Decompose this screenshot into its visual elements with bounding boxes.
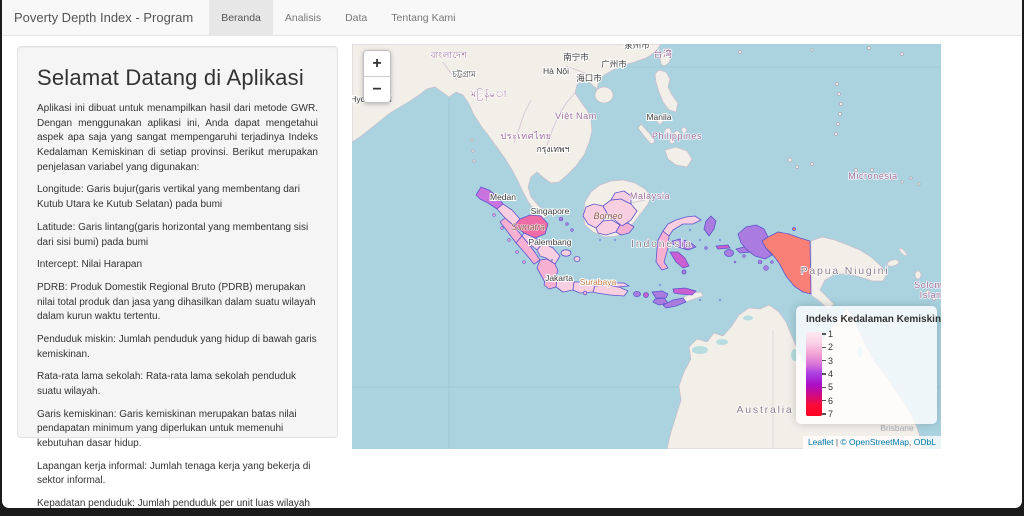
land-hainan	[594, 86, 614, 104]
welcome-title: Selamat Datang di Aplikasi	[37, 65, 304, 90]
tab-analisis[interactable]: Analisis	[273, 0, 333, 35]
map-label: Việt Nam	[555, 111, 597, 121]
welcome-paragraph: Lapangan kerja informal: Jumlah tenaga k…	[37, 460, 311, 487]
map-label: 台湾	[653, 48, 672, 59]
map-label: Medan	[490, 192, 516, 202]
leaflet-link[interactable]: Leaflet	[808, 437, 834, 447]
province-yogyakarta[interactable]	[582, 290, 588, 296]
navbar-brand[interactable]: Poverty Depth Index - Program	[2, 0, 209, 35]
map-label: Papua Niugini	[801, 265, 890, 277]
map-label: 广州市	[601, 59, 627, 69]
tab-tentang-kami[interactable]: Tentang Kami	[379, 0, 467, 35]
map-label: Solomon	[914, 280, 941, 290]
map-label: Singapore	[531, 206, 570, 216]
welcome-intro: Aplikasi ini dibuat untuk menampilkan ha…	[37, 103, 318, 173]
province-bali[interactable]	[633, 291, 641, 297]
island-buton[interactable]	[681, 269, 687, 275]
navbar: Poverty Depth Index - Program Beranda Ana…	[2, 0, 1022, 36]
tab-data[interactable]: Data	[333, 0, 379, 35]
zoom-control: + −	[363, 50, 391, 103]
map-label: กรุงเทพฯ	[537, 144, 570, 155]
welcome-paragraph: Garis kemiskinan: Garis kemiskinan merup…	[37, 408, 297, 450]
map-label: 海口市	[576, 73, 602, 83]
map-label: Indonesia	[631, 238, 693, 250]
app-page: Poverty Depth Index - Program Beranda Ana…	[2, 0, 1022, 508]
osm-link[interactable]: © OpenStreetMap	[840, 437, 909, 447]
province-belitung[interactable]	[573, 256, 581, 262]
welcome-paragraphs: Longitude: Garis bujur(garis vertikal ya…	[37, 183, 318, 508]
map-label: Micronesia	[848, 171, 898, 181]
map-label: Jakarta	[545, 273, 573, 283]
zoom-out-button[interactable]: −	[364, 76, 390, 102]
welcome-paragraph: Intercept: Nilai Harapan	[37, 259, 143, 271]
nav-tabs: Beranda Analisis Data Tentang Kami	[209, 0, 467, 35]
map[interactable]: Hyderabadবাংলাদেশচট্টগ্রামমြန်မাประเทศไท…	[352, 44, 941, 449]
map-label: ประเทศไทย	[500, 131, 551, 141]
map-label: Sumatra	[511, 222, 545, 232]
island-buru[interactable]	[724, 249, 734, 257]
odbl-link[interactable]: ODbL	[914, 437, 936, 447]
map-label: 泉州市	[624, 44, 650, 50]
province-bangka[interactable]	[560, 249, 572, 257]
zoom-in-button[interactable]: +	[364, 51, 390, 76]
map-label: Brisbane	[880, 423, 914, 433]
map-label: চট্টগ্রাম	[451, 69, 477, 79]
legend-gradient-bar	[806, 332, 822, 416]
island-sula[interactable]	[715, 244, 731, 250]
welcome-paragraph: Latitude: Garis lintang(garis horizontal…	[37, 221, 309, 248]
map-label: Palembang	[528, 237, 571, 247]
island-biak[interactable]	[792, 227, 796, 231]
map-label: Surabaya	[580, 277, 617, 287]
map-label: Borneo	[593, 211, 622, 221]
map-label: Malaysia	[630, 191, 670, 201]
legend-title: Indeks Kedalaman Kemiskinan	[806, 314, 941, 325]
province-lombok[interactable]	[643, 292, 649, 298]
welcome-panel: Selamat Datang di Aplikasi Aplikasi ini …	[17, 46, 338, 508]
legend-ticks: 1234567	[822, 330, 833, 418]
welcome-paragraph: Rata-rata lama sekolah: Rata-rata lama s…	[37, 371, 297, 397]
map-label: Philippines	[652, 131, 702, 141]
map-label: Islands	[920, 290, 941, 300]
map-label: Manila	[646, 112, 671, 122]
welcome-paragraph: PDRB: Produk Domestik Regional Bruto (PD…	[37, 281, 316, 323]
welcome-paragraph: Kepadatan penduduk: Jumlah penduduk per …	[37, 498, 310, 508]
welcome-paragraph: Longitude: Garis bujur(garis vertikal ya…	[37, 184, 300, 211]
window-frame: Poverty Depth Index - Program Beranda Ana…	[0, 0, 1024, 516]
map-legend: Indeks Kedalaman Kemiskinan 1234567	[796, 306, 941, 424]
tab-beranda[interactable]: Beranda	[209, 0, 273, 35]
map-label: 南宁市	[563, 52, 589, 62]
map-label: Hà Nội	[543, 66, 569, 76]
map-label: বাংলাদেশ	[430, 50, 468, 60]
map-label: Australia	[736, 404, 793, 416]
map-attribution: Leaflet | © OpenStreetMap, ODbL	[802, 436, 941, 449]
welcome-paragraph: Penduduk miskin: Jumlah penduduk yang hi…	[37, 333, 317, 360]
